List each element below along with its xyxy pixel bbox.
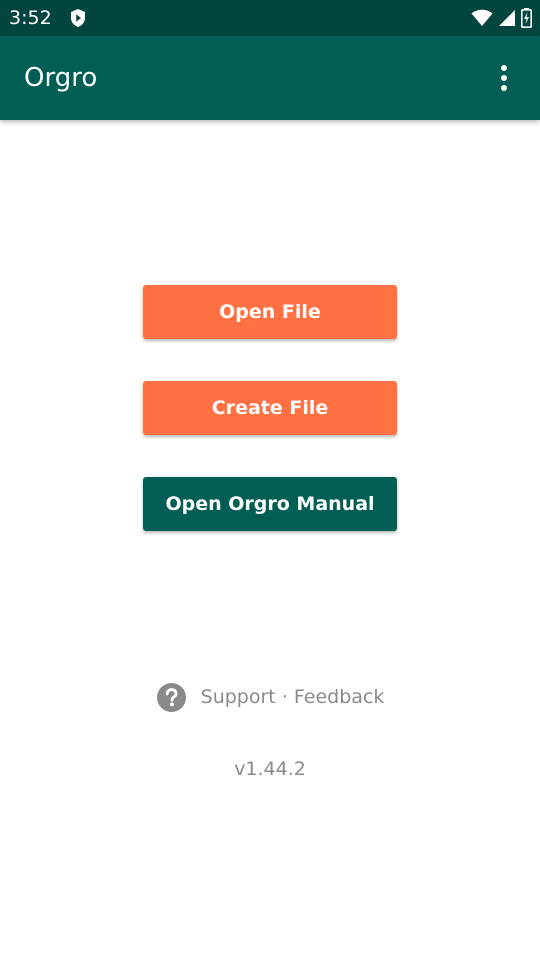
signal-icon: [499, 10, 515, 26]
shield-icon: [71, 9, 85, 27]
app-title: Orgro: [24, 63, 98, 93]
help-circle-icon: [156, 682, 186, 712]
open-file-button[interactable]: Open File: [143, 285, 397, 339]
support-link[interactable]: Support · Feedback: [0, 681, 540, 713]
wifi-icon: [471, 9, 493, 27]
open-manual-button[interactable]: Open Orgro Manual: [143, 477, 397, 531]
app-bar: Orgro: [0, 36, 540, 120]
menu-dot: [501, 85, 507, 91]
menu-dot: [501, 75, 507, 81]
overflow-menu-icon[interactable]: [488, 60, 520, 96]
battery-charging-icon: [521, 8, 532, 28]
create-file-button[interactable]: Create File: [143, 381, 397, 435]
version-label: v1.44.2: [234, 758, 306, 780]
menu-dot: [501, 65, 507, 71]
support-label: Support · Feedback: [200, 686, 385, 708]
status-icons: [471, 8, 532, 28]
status-time: 3:52: [9, 7, 52, 29]
status-bar: 3:52: [0, 0, 540, 36]
